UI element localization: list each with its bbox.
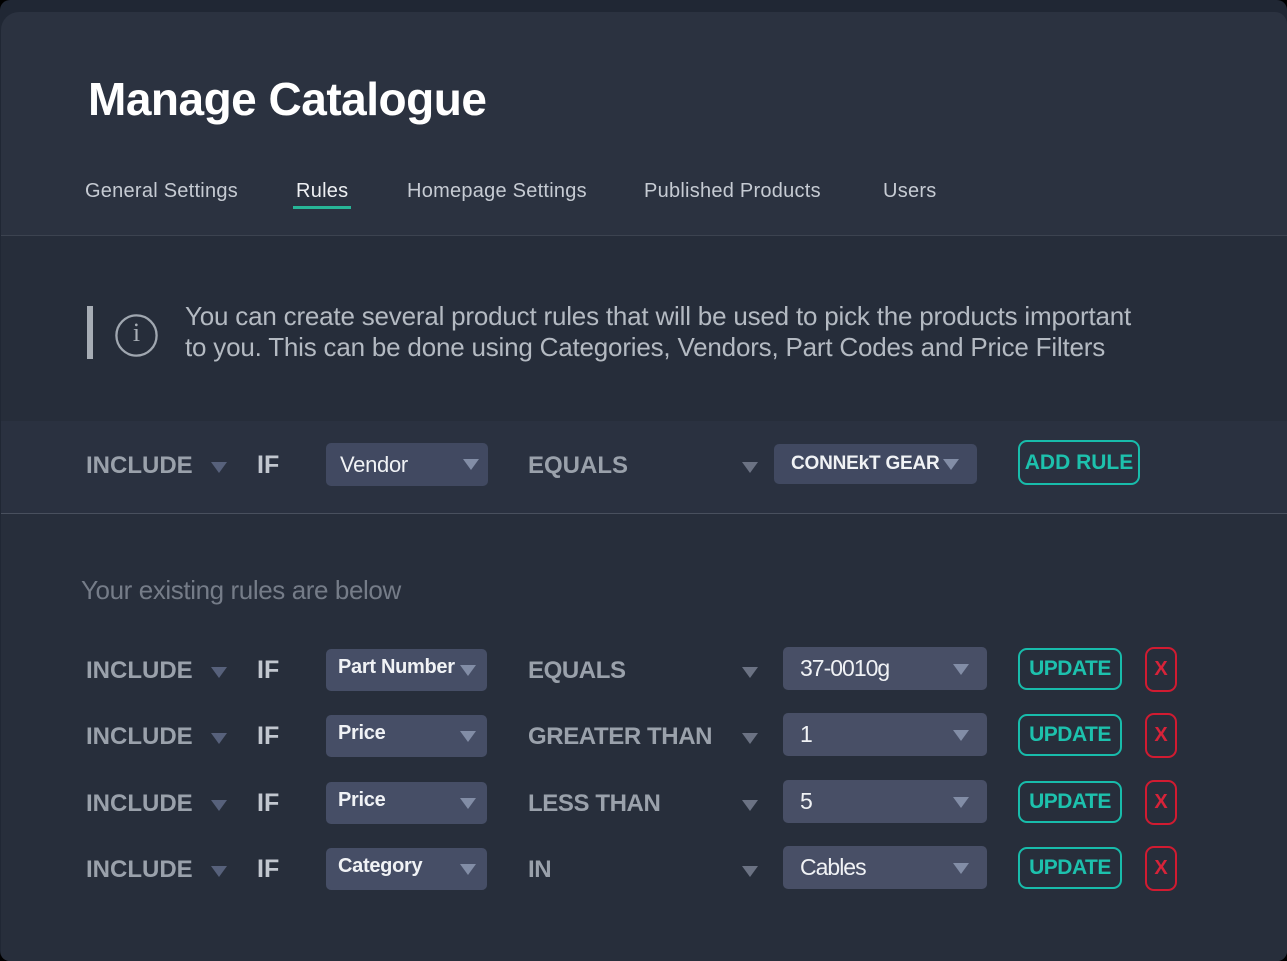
svg-text:i: i <box>133 318 140 347</box>
